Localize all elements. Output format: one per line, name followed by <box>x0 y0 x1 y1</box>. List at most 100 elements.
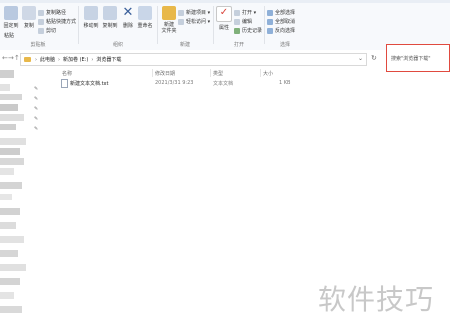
delete-x-icon: ✕ <box>122 5 134 20</box>
history-icon <box>234 27 240 34</box>
copy-icon <box>22 6 36 20</box>
column-divider[interactable] <box>260 69 261 77</box>
paste-shortcut-label: 粘贴快捷方式 <box>46 19 77 25</box>
blurred-nav-item[interactable] <box>0 250 18 257</box>
column-divider[interactable] <box>152 69 153 77</box>
new-group-label: 新建 <box>179 42 190 48</box>
rename-button[interactable]: 重命名 <box>135 6 155 29</box>
address-bar[interactable]: › 此电脑 › 新加卷 (E:) › 浏览器下载 ⌄ <box>20 53 367 66</box>
copy-path-label: 复制路径 <box>46 10 67 16</box>
paste-label: 粘贴 <box>4 33 15 39</box>
breadcrumb-drive[interactable]: 新加卷 (E:) <box>63 56 88 63</box>
rename-label: 重命名 <box>137 23 153 29</box>
new-group: 新建 文件夹 新建项目 ▾ 轻松访问 ▾ 新建 <box>158 3 212 49</box>
chevron-right-icon: › <box>35 56 37 63</box>
blurred-nav-item[interactable] <box>0 168 14 175</box>
blurred-nav-item[interactable] <box>0 158 24 165</box>
new-item-button[interactable]: 新建项目 ▾ <box>178 9 210 16</box>
invert-selection-button[interactable]: 反向选择 <box>267 27 295 34</box>
new-folder-icon <box>162 6 176 20</box>
scissors-icon <box>38 27 44 34</box>
pin-icon: ✎ <box>34 96 39 102</box>
blurred-nav-item[interactable] <box>0 94 22 100</box>
pin-label: 固定到 <box>3 23 19 29</box>
pin-icon: ✎ <box>34 126 39 132</box>
up-arrow-icon[interactable]: ↑ <box>14 54 20 62</box>
copy-to-icon <box>103 6 117 20</box>
blurred-nav-item[interactable] <box>0 208 20 215</box>
cut-button[interactable]: 剪切 <box>38 27 56 34</box>
blurred-nav-item[interactable] <box>0 278 20 285</box>
open-group-label: 打开 <box>233 42 244 48</box>
group-divider <box>78 6 79 44</box>
column-header-date[interactable]: 修改日期 <box>155 70 175 77</box>
refresh-icon[interactable]: ↻ <box>371 54 377 62</box>
file-size: 1 KB <box>279 80 291 86</box>
back-arrow-icon[interactable]: ← <box>2 54 8 62</box>
navigation-bar: ← → ↑ › 此电脑 › 新加卷 (E:) › 浏览器下载 ⌄ ↻ <box>0 50 450 68</box>
easy-access-button[interactable]: 轻松访问 ▾ <box>178 18 210 25</box>
pin-icon: ✎ <box>34 116 39 122</box>
select-all-label: 全部选择 <box>275 10 296 16</box>
organize-group: 移动到 复制到 ✕ 删除 重命名 组织 <box>80 3 156 49</box>
file-date: 2021/3/31 9:23 <box>155 80 194 86</box>
copy-path-button[interactable]: 复制路径 <box>38 9 66 16</box>
watermark: 软件技巧 <box>318 283 435 316</box>
blurred-nav-item[interactable] <box>0 148 20 155</box>
text-file-icon <box>61 79 68 88</box>
blurred-nav-item[interactable] <box>0 138 26 145</box>
invert-selection-label: 反向选择 <box>275 28 296 34</box>
edit-button[interactable]: 编辑 <box>234 18 252 25</box>
breadcrumb-this-pc[interactable]: 此电脑 <box>40 56 55 63</box>
pin-icon: ✎ <box>34 86 39 92</box>
new-item-label: 新建项目 ▾ <box>186 10 211 16</box>
copy-to-button[interactable]: 复制到 <box>100 6 120 29</box>
breadcrumb-folder[interactable]: 浏览器下载 <box>96 56 121 63</box>
chevron-down-icon[interactable]: ⌄ <box>358 55 363 62</box>
paste-button[interactable]: 粘贴 <box>4 32 14 39</box>
new-folder-button[interactable]: 新建 文件夹 <box>159 6 179 34</box>
ribbon: 固定到 复制 复制路径 粘贴快捷方式 剪切 粘贴 剪贴板 移动到 复制到 ✕ 删… <box>0 0 450 51</box>
blurred-nav-item[interactable] <box>0 222 16 229</box>
blurred-nav-item[interactable] <box>0 264 26 271</box>
properties-check-icon: ✓ <box>216 6 232 22</box>
select-none-label: 全部取消 <box>275 19 296 25</box>
column-header-size[interactable]: 大小 <box>263 70 273 77</box>
move-to-label: 移动到 <box>83 23 99 29</box>
cut-label: 剪切 <box>46 28 57 34</box>
properties-label: 属性 <box>218 25 229 31</box>
clipboard-group-label: 剪贴板 <box>30 42 46 48</box>
chevron-right-icon: › <box>58 56 61 63</box>
blurred-nav-item[interactable] <box>0 194 12 200</box>
open-label: 打开 ▾ <box>242 10 257 16</box>
column-header-name[interactable]: 名称 <box>62 70 72 77</box>
history-button[interactable]: 历史记录 <box>234 27 262 34</box>
blurred-nav-item[interactable] <box>0 292 14 299</box>
blurred-nav-item[interactable] <box>0 70 14 78</box>
blurred-nav-item[interactable] <box>0 182 22 189</box>
select-none-button[interactable]: 全部取消 <box>267 18 295 25</box>
forward-arrow-icon[interactable]: → <box>8 54 14 62</box>
copy-button[interactable]: 复制 <box>19 6 39 29</box>
pin-button[interactable]: 固定到 <box>1 6 21 29</box>
blurred-nav-item[interactable] <box>0 84 10 91</box>
paste-shortcut-button[interactable]: 粘贴快捷方式 <box>38 18 76 25</box>
organize-group-label: 组织 <box>112 42 123 48</box>
file-row[interactable]: 新建文本文档.txt 2021/3/31 9:23 文本文档 1 KB <box>57 79 342 88</box>
blurred-nav-item[interactable] <box>0 306 22 313</box>
select-group-label: 选择 <box>279 42 290 48</box>
easy-access-label: 轻松访问 ▾ <box>186 19 211 25</box>
move-to-button[interactable]: 移动到 <box>81 6 101 29</box>
open-button[interactable]: 打开 ▾ <box>234 9 256 16</box>
blurred-nav-item[interactable] <box>0 114 24 121</box>
blurred-nav-item[interactable] <box>0 236 24 243</box>
select-all-button[interactable]: 全部选择 <box>267 9 295 16</box>
blurred-nav-item[interactable] <box>0 124 16 130</box>
move-to-icon <box>84 6 98 20</box>
column-divider[interactable] <box>210 69 211 77</box>
blurred-nav-item[interactable] <box>0 104 18 111</box>
column-header-type[interactable]: 类型 <box>213 70 223 77</box>
file-type: 文本文档 <box>213 81 234 87</box>
properties-button[interactable]: ✓ 属性 <box>214 6 234 31</box>
search-placeholder: 搜索"浏览器下载" <box>391 56 431 62</box>
